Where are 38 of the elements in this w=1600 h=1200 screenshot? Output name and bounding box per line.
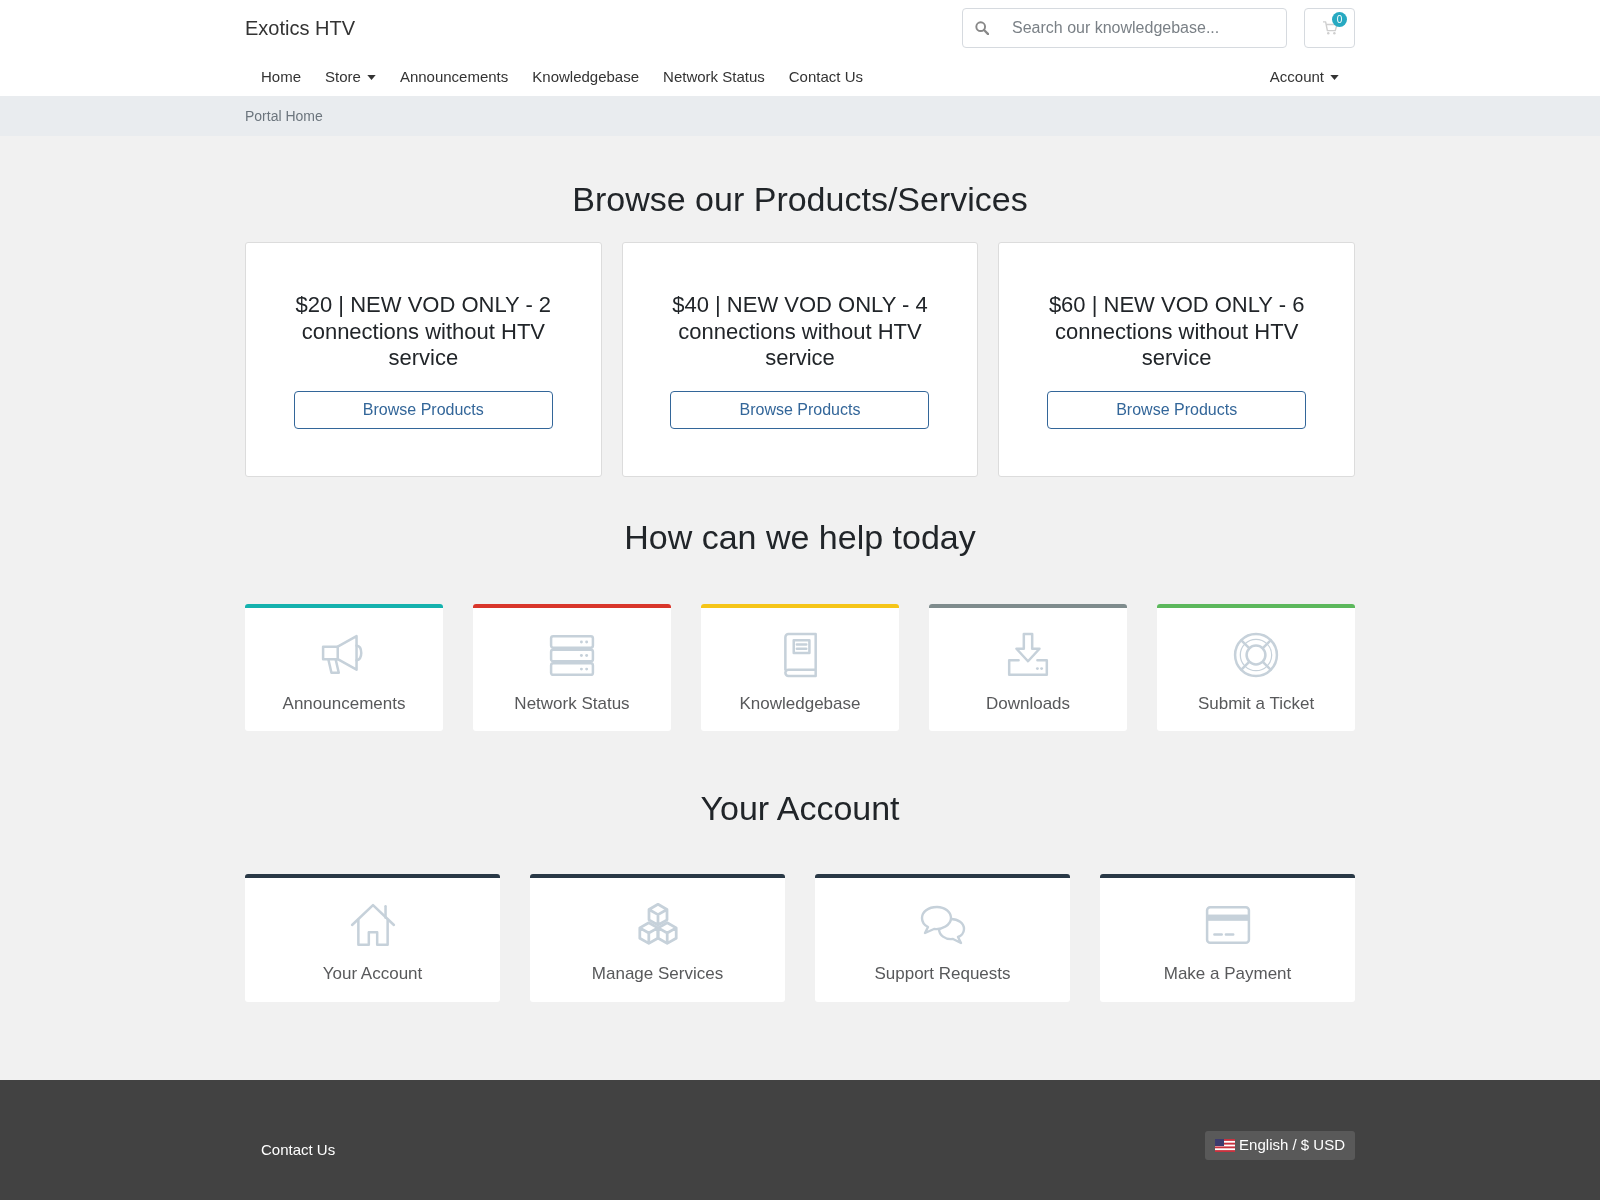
- product-title: $60 | NEW VOD ONLY - 6 connections without HTV service: [1047, 292, 1306, 372]
- search-icon: [975, 21, 989, 35]
- nav-link[interactable]: Announcements: [387, 65, 521, 89]
- shortcut-tile[interactable]: Make a Payment: [1100, 874, 1355, 1002]
- browse-button[interactable]: Browse Products: [293, 390, 553, 429]
- account-menu[interactable]: Account: [1253, 65, 1355, 89]
- shortcut-tile[interactable]: Support Requests: [815, 874, 1070, 1002]
- nav-link[interactable]: Home: [249, 65, 313, 89]
- product-title: $20 | NEW VOD ONLY - 2 connections without HTV service: [294, 292, 553, 372]
- nav-link[interactable]: Contact Us: [776, 65, 875, 89]
- shortcut-tile[interactable]: Downloads: [929, 604, 1127, 731]
- breadcrumb-link[interactable]: Portal Home: [245, 105, 323, 127]
- shortcut-tile[interactable]: Announcements: [245, 604, 443, 731]
- section-heading: Browse our Products/Services: [571, 179, 1029, 219]
- shortcut-tile[interactable]: Knowledgebase: [701, 604, 899, 731]
- shortcut-tile[interactable]: Network Status: [473, 604, 671, 731]
- shortcut-tile[interactable]: Manage Services: [530, 874, 785, 1002]
- nav-link[interactable]: Network Status: [651, 65, 777, 89]
- footer-link[interactable]: Contact Us: [261, 1140, 336, 1160]
- flag-icon: [1215, 1139, 1236, 1152]
- shortcut-tile[interactable]: Submit a Ticket: [1157, 604, 1355, 731]
- browse-button[interactable]: Browse Products: [670, 390, 930, 429]
- shortcut-tile[interactable]: Your Account: [245, 874, 500, 1002]
- download-icon: [1005, 632, 1051, 678]
- language-button[interactable]: English / $ USD: [1205, 1131, 1355, 1160]
- cart-count-badge: 0: [1332, 12, 1347, 27]
- brand-name[interactable]: Exotics HTV: [245, 13, 356, 43]
- server-icon: [549, 632, 595, 678]
- house-icon: [349, 902, 396, 948]
- product-title: $40 | NEW VOD ONLY - 4 connections without HTV service: [671, 292, 929, 372]
- search-field[interactable]: Search our knowledgebase...: [962, 8, 1287, 48]
- section-heading: Your Account: [699, 788, 901, 828]
- cart-icon: [1321, 21, 1338, 35]
- nav-link[interactable]: Store: [313, 65, 388, 89]
- browse-button[interactable]: Browse Products: [1047, 390, 1307, 429]
- section-heading: How can we help today: [623, 517, 977, 557]
- nav-link[interactable]: Knowledgebase: [520, 65, 652, 89]
- lifebuoy-icon: [1233, 632, 1279, 678]
